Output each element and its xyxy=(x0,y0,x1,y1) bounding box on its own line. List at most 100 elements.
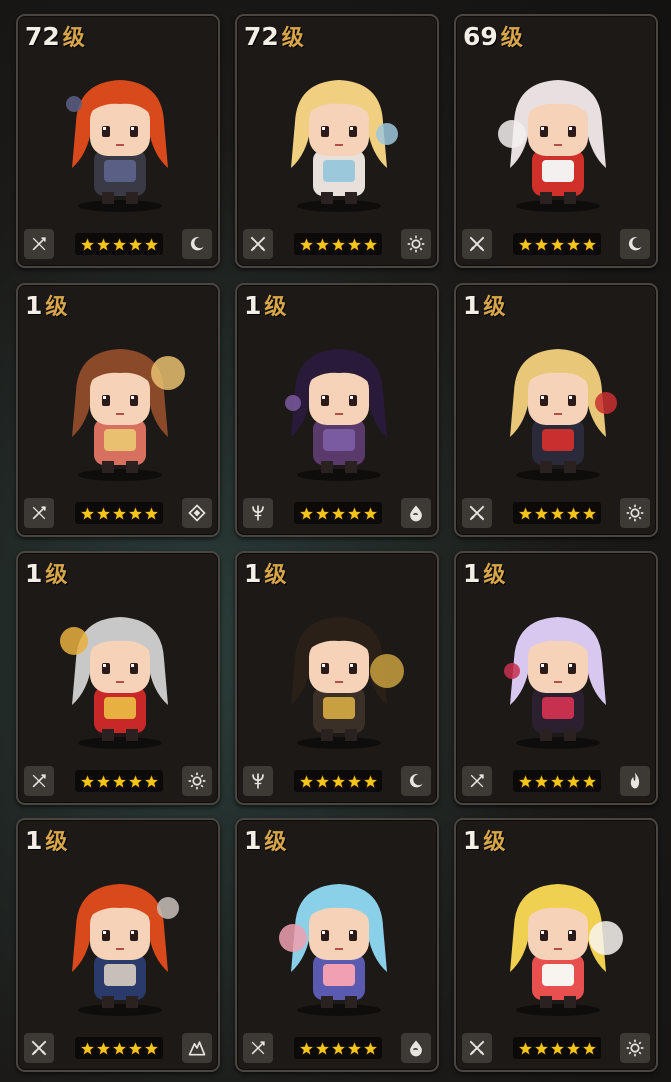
star-icon xyxy=(517,773,533,789)
swords-icon xyxy=(24,1033,54,1063)
hero-card[interactable]: 1级 xyxy=(16,283,220,537)
star-icon xyxy=(362,236,378,252)
hero-card[interactable]: 1级 xyxy=(235,551,439,805)
swords-icon xyxy=(462,229,492,259)
hero-card[interactable]: 1级 xyxy=(454,283,658,537)
star-icon xyxy=(143,236,159,252)
hero-card-footer xyxy=(456,759,656,803)
sun-icon xyxy=(182,766,212,796)
hero-level: 1级 xyxy=(463,289,505,321)
level-number: 72 xyxy=(244,22,279,51)
star-icon xyxy=(533,1040,549,1056)
star-rating xyxy=(513,770,601,792)
hero-card[interactable]: 1级 xyxy=(16,818,220,1072)
star-icon xyxy=(127,773,143,789)
star-icon xyxy=(314,236,330,252)
star-icon xyxy=(581,1040,597,1056)
hero-card[interactable]: 72 级 xyxy=(235,14,439,268)
level-unit-label: 级 xyxy=(264,563,287,588)
level-unit-label: 级 xyxy=(62,26,85,51)
star-rating xyxy=(513,502,601,524)
hero-card-footer xyxy=(237,222,437,266)
star-icon xyxy=(127,1040,143,1056)
star-icon xyxy=(517,1040,533,1056)
star-icon xyxy=(314,1040,330,1056)
star-icon xyxy=(565,236,581,252)
moon-icon xyxy=(401,766,431,796)
sun-icon xyxy=(620,1033,650,1063)
star-icon xyxy=(330,773,346,789)
wind-icon xyxy=(182,498,212,528)
star-icon xyxy=(298,1040,314,1056)
level-unit-label: 级 xyxy=(45,830,68,855)
star-icon xyxy=(95,236,111,252)
staff-icon xyxy=(243,1033,273,1063)
swords-icon xyxy=(462,498,492,528)
star-icon xyxy=(346,773,362,789)
star-icon xyxy=(549,1040,565,1056)
hero-card[interactable]: 1级 xyxy=(16,551,220,805)
star-icon xyxy=(111,236,127,252)
star-icon xyxy=(549,236,565,252)
hero-card-footer xyxy=(456,222,656,266)
water-icon xyxy=(401,498,431,528)
star-icon xyxy=(517,236,533,252)
star-icon xyxy=(314,505,330,521)
hero-portrait xyxy=(279,884,387,1016)
hero-level: 1级 xyxy=(25,289,67,321)
hero-grid: 72 级 72 级 69 级 1 级 1 级 1 级 1 级 1 级 1 级 1… xyxy=(0,0,671,1082)
level-number: 1 xyxy=(25,559,43,588)
star-icon xyxy=(565,505,581,521)
level-number: 69 xyxy=(463,22,498,51)
staff-icon xyxy=(24,498,54,528)
water-icon xyxy=(401,1033,431,1063)
star-icon xyxy=(314,773,330,789)
hero-card[interactable]: 69 级 xyxy=(454,14,658,268)
star-icon xyxy=(362,773,378,789)
hero-card[interactable]: 1级 xyxy=(235,818,439,1072)
hero-level: 1级 xyxy=(25,824,67,856)
staff-icon xyxy=(24,766,54,796)
star-icon xyxy=(111,1040,127,1056)
star-rating xyxy=(294,502,382,524)
hero-card[interactable]: 1级 xyxy=(454,818,658,1072)
hero-level: 1级 xyxy=(244,289,286,321)
level-unit-label: 级 xyxy=(264,295,287,320)
hero-card-footer xyxy=(237,491,437,535)
level-unit-label: 级 xyxy=(45,295,68,320)
star-icon xyxy=(79,1040,95,1056)
star-icon xyxy=(95,505,111,521)
star-icon xyxy=(79,236,95,252)
star-icon xyxy=(362,1040,378,1056)
star-icon xyxy=(330,1040,346,1056)
star-icon xyxy=(127,505,143,521)
hero-level: 72 级 xyxy=(244,20,304,52)
star-icon xyxy=(95,1040,111,1056)
level-unit-label: 级 xyxy=(483,295,506,320)
star-icon xyxy=(549,505,565,521)
hero-card-footer xyxy=(237,759,437,803)
level-number: 1 xyxy=(463,291,481,320)
star-icon xyxy=(565,773,581,789)
level-number: 1 xyxy=(463,559,481,588)
star-icon xyxy=(298,505,314,521)
hero-portrait xyxy=(498,80,606,212)
hero-card[interactable]: 1级 xyxy=(235,283,439,537)
sun-icon xyxy=(401,229,431,259)
star-rating xyxy=(75,233,163,255)
hero-level: 1级 xyxy=(25,557,67,589)
hero-portrait xyxy=(66,80,168,212)
hero-card[interactable]: 72 级 xyxy=(16,14,220,268)
trident-icon xyxy=(243,498,273,528)
sun-icon xyxy=(620,498,650,528)
star-rating xyxy=(294,770,382,792)
star-icon xyxy=(565,1040,581,1056)
star-icon xyxy=(127,236,143,252)
level-unit-label: 级 xyxy=(281,26,304,51)
star-icon xyxy=(533,773,549,789)
star-icon xyxy=(95,773,111,789)
fire-icon xyxy=(620,766,650,796)
star-rating xyxy=(294,233,382,255)
staff-icon xyxy=(24,229,54,259)
hero-card[interactable]: 1级 xyxy=(454,551,658,805)
